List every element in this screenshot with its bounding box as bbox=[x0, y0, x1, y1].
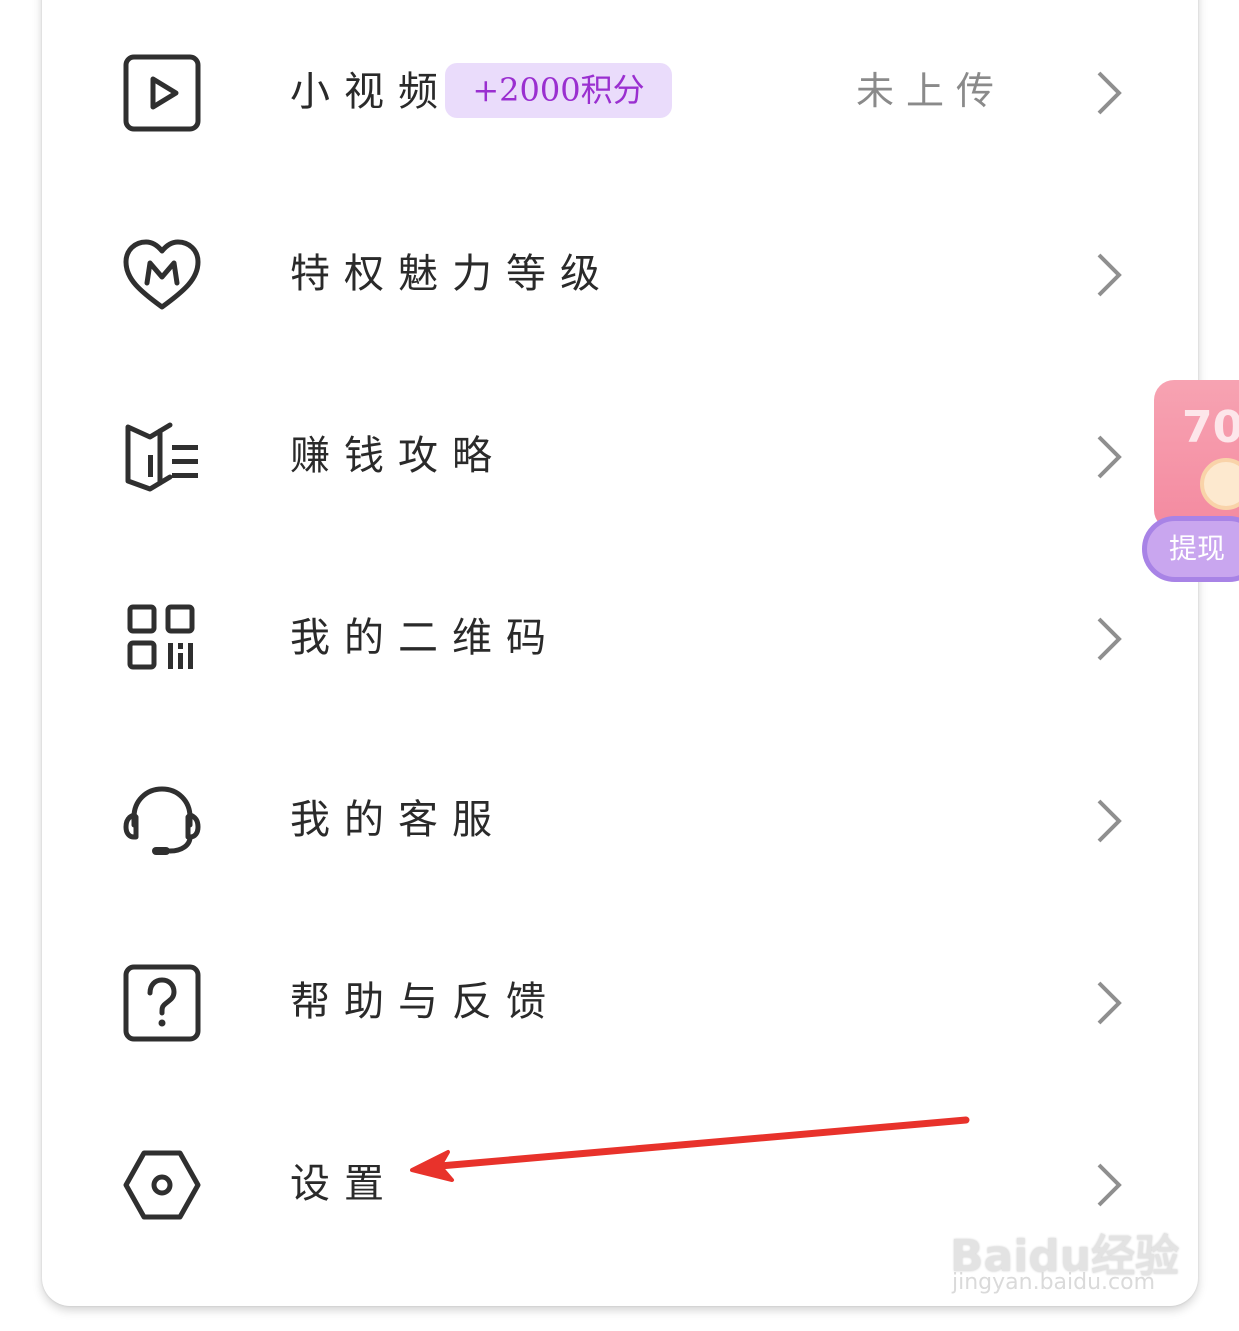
menu-item-customer-service[interactable]: 我的客服 bbox=[42, 757, 1198, 877]
chevron-right-icon bbox=[1094, 797, 1124, 845]
menu-item-charm-level[interactable]: 特权魅力等级 bbox=[42, 211, 1198, 331]
menu-item-label: 赚钱攻略 bbox=[290, 433, 506, 479]
chevron-right-icon bbox=[1094, 251, 1124, 299]
withdraw-button[interactable]: 提现 bbox=[1142, 516, 1239, 582]
upload-status: 未上传 bbox=[856, 69, 1007, 113]
menu-item-earning-guide[interactable]: 赚钱攻略 bbox=[42, 393, 1198, 513]
chevron-right-icon bbox=[1094, 69, 1124, 117]
menu-item-my-qr-code[interactable]: 我的二维码 bbox=[42, 575, 1198, 695]
menu-item-help-feedback[interactable]: 帮助与反馈 bbox=[42, 939, 1198, 1059]
floating-reward-widget[interactable]: 70 提现 bbox=[1142, 380, 1239, 584]
play-video-icon bbox=[120, 51, 204, 135]
menu-item-label: 设置 bbox=[290, 1161, 398, 1207]
points-badge: +2000积分 bbox=[445, 63, 672, 118]
chevron-right-icon bbox=[1094, 979, 1124, 1027]
chevron-right-icon bbox=[1094, 433, 1124, 481]
baidu-watermark: Baidu经验 jingyan.baidu.com bbox=[948, 1198, 1179, 1308]
menu-item-label: 我的二维码 bbox=[290, 615, 560, 661]
reward-amount: 70 bbox=[1182, 402, 1239, 453]
headset-icon bbox=[120, 779, 204, 863]
help-question-icon bbox=[120, 961, 204, 1045]
guide-book-icon bbox=[120, 415, 204, 499]
menu-item-label: 帮助与反馈 bbox=[290, 979, 560, 1025]
menu-item-label: 特权魅力等级 bbox=[290, 251, 614, 297]
watermark-url: jingyan.baidu.com bbox=[952, 1270, 1156, 1295]
qr-code-icon bbox=[120, 597, 204, 681]
menu-item-label: 小视频 bbox=[290, 69, 452, 115]
menu-item-label: 我的客服 bbox=[290, 797, 506, 843]
chevron-right-icon bbox=[1094, 615, 1124, 663]
settings-hexagon-icon bbox=[120, 1143, 204, 1227]
heart-m-icon bbox=[120, 233, 204, 317]
